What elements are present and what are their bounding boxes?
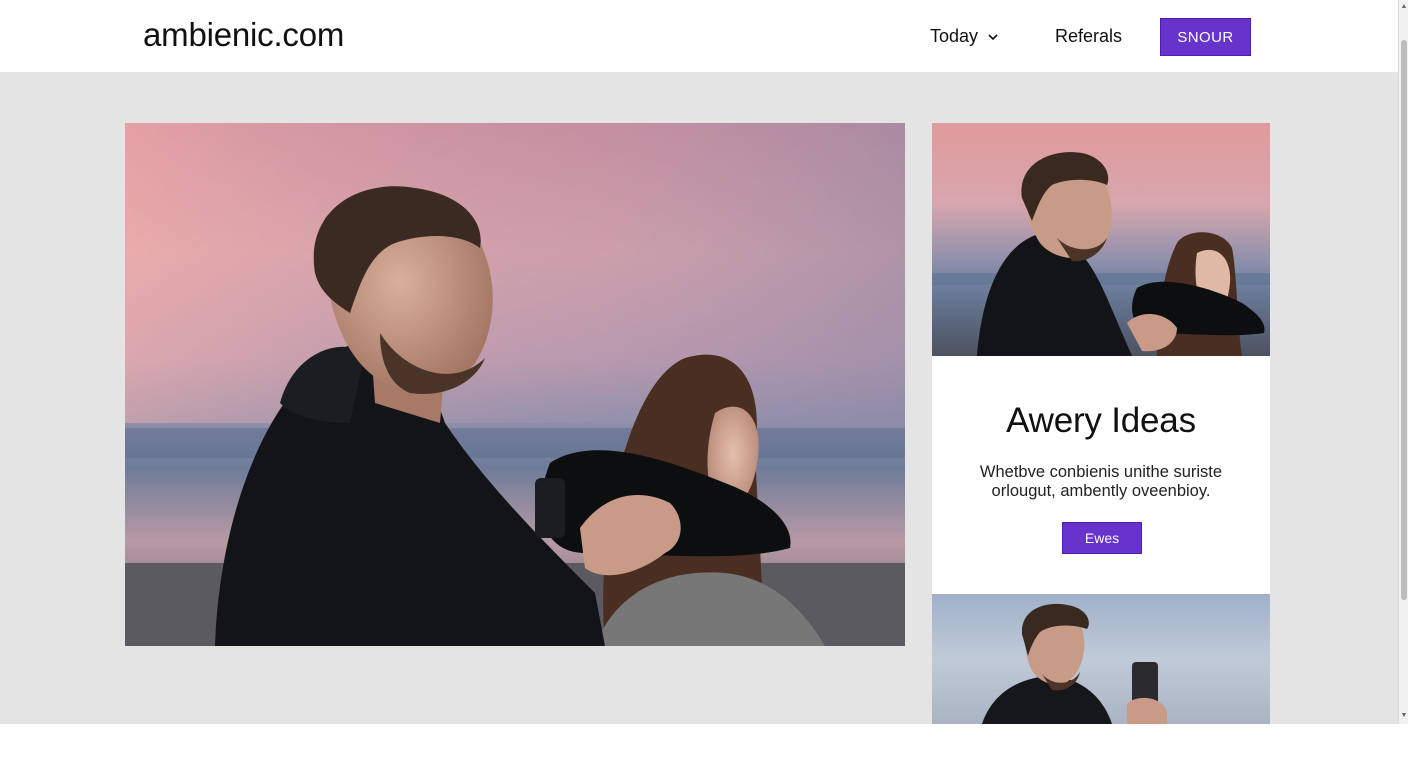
nav-referals-link[interactable]: Referals [1055,26,1122,47]
side-top-image [932,123,1270,356]
scrollbar-thumb[interactable] [1401,40,1407,600]
card-body-text: Whetbve conbienis unithe suriste orlougu… [979,463,1223,500]
bottom-blank-area [0,724,1408,768]
site-header: ambienic.com Today Referals Snour [0,0,1398,73]
header-cta-button[interactable]: Snour [1160,18,1251,56]
nav-today-dropdown[interactable]: Today [930,26,1000,47]
site-logo[interactable]: ambienic.com [143,16,344,54]
card-title: Awery Ideas [1006,401,1196,440]
hero-image [125,123,905,646]
scroll-down-arrow-icon[interactable]: ▼ [1400,712,1408,720]
scroll-up-arrow-icon[interactable]: ▲ [1400,3,1408,11]
page-scrollbar[interactable]: ▲ ▼ [1398,0,1408,724]
side-bottom-image [932,594,1270,724]
chevron-down-icon [988,33,998,40]
featured-card: Awery Ideas Whetbve conbienis unithe sur… [932,356,1270,594]
card-action-button[interactable]: Ewes [1062,522,1142,554]
nav-today-label: Today [930,26,979,46]
